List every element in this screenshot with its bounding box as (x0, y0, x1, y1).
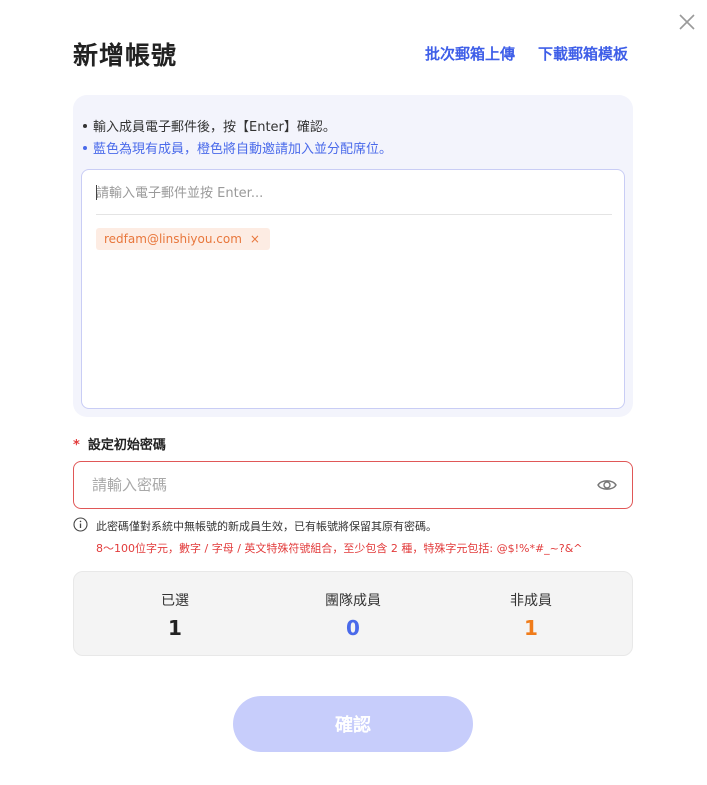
hint-enter: 輸入成員電子郵件後，按【Enter】確認。 (81, 116, 336, 135)
email-input[interactable] (96, 182, 610, 204)
bullet-icon (83, 146, 87, 150)
stat-label: 非成員 (510, 593, 552, 609)
close-icon[interactable] (677, 12, 697, 32)
stat-value: 1 (168, 616, 182, 640)
password-label: * 設定初始密碼 (73, 434, 166, 453)
email-tag: redfam@linshiyou.com × (96, 228, 270, 250)
email-box[interactable]: redfam@linshiyou.com × (81, 169, 625, 409)
required-mark: * (73, 438, 80, 453)
stat-non-members: 非成員 1 (438, 572, 624, 640)
email-tag-text: redfam@linshiyou.com (104, 232, 242, 246)
hint-colors-text: 藍色為現有成員，橙色將自動邀請加入並分配席位。 (93, 142, 393, 157)
stat-selected: 已選 1 (82, 572, 268, 640)
hint-enter-text: 輸入成員電子郵件後，按【Enter】確認。 (93, 120, 336, 135)
selection-stats: 已選 1 團隊成員 0 非成員 1 (73, 571, 633, 656)
stat-value: 1 (524, 616, 538, 640)
confirm-button[interactable]: 確認 (233, 696, 473, 752)
stat-team-members: 團隊成員 0 (260, 572, 446, 640)
eye-icon[interactable] (596, 475, 618, 495)
stat-value: 0 (346, 616, 360, 640)
tag-remove-icon[interactable]: × (250, 228, 260, 250)
bullet-icon (83, 124, 87, 128)
password-input[interactable] (92, 474, 572, 496)
hint-colors: 藍色為現有成員，橙色將自動邀請加入並分配席位。 (81, 138, 392, 157)
password-field[interactable] (73, 461, 633, 509)
download-template-link[interactable]: 下載郵箱模板 (538, 43, 628, 64)
password-rule: 8～100位字元，數字 / 字母 / 英文特殊符號組合，至少包含 2 種，特殊字… (96, 542, 583, 555)
text-caret (96, 185, 97, 200)
batch-upload-link[interactable]: 批次郵箱上傳 (425, 43, 515, 64)
dialog-title: 新增帳號 (73, 41, 178, 70)
divider (96, 214, 612, 215)
stat-label: 已選 (161, 593, 189, 609)
stat-label: 團隊成員 (325, 593, 381, 609)
password-note: 此密碼僅對系統中無帳號的新成員生效，已有帳號將保留其原有密碼。 (96, 520, 437, 533)
password-label-text: 設定初始密碼 (87, 438, 166, 453)
info-icon (73, 517, 88, 532)
email-panel: 輸入成員電子郵件後，按【Enter】確認。 藍色為現有成員，橙色將自動邀請加入並… (73, 95, 633, 417)
